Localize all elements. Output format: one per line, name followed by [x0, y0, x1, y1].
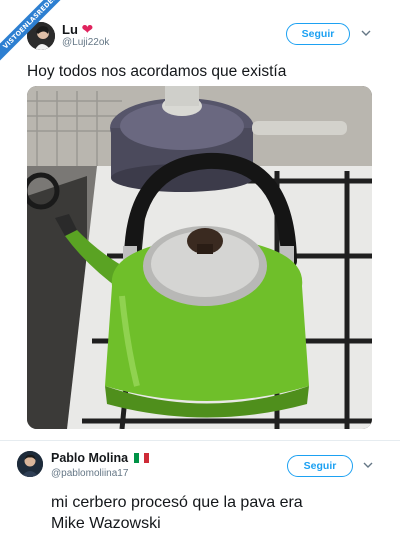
- avatar[interactable]: [17, 451, 43, 477]
- follow-button[interactable]: Seguir: [287, 455, 353, 477]
- reply-text-line-2: Mike Wazowski: [51, 515, 161, 532]
- green-kettle-photo: [27, 86, 372, 429]
- chevron-down-icon[interactable]: [361, 29, 371, 40]
- follow-button[interactable]: Seguir: [286, 23, 350, 45]
- reply-text: mi cerbero procesó que la pava era Mike …: [51, 492, 303, 534]
- display-name[interactable]: Pablo Molina: [51, 451, 149, 466]
- tweet-photo[interactable]: [27, 86, 372, 429]
- italy-flag-icon: [133, 452, 149, 466]
- reply-text-line-1: mi cerbero procesó que la pava era: [51, 494, 303, 511]
- user-handle[interactable]: @pablomoliina17: [51, 468, 128, 479]
- watermark-ribbon: VISTOENLASREDES: [0, 0, 70, 70]
- chevron-down-icon[interactable]: [363, 461, 373, 472]
- watermark-text: VISTOENLASREDES: [0, 0, 70, 69]
- heart-icon: ❤: [81, 21, 94, 37]
